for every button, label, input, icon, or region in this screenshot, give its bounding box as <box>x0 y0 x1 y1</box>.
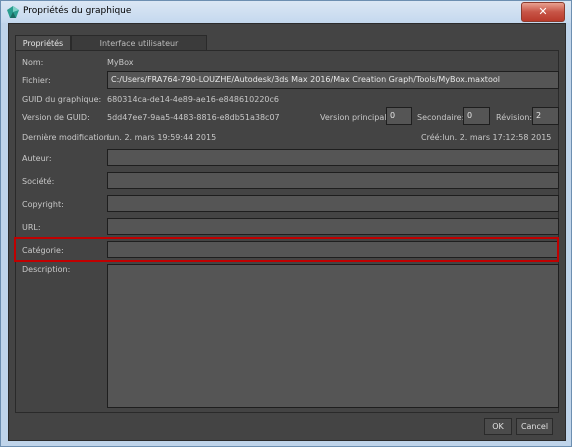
description-textarea[interactable] <box>107 264 559 408</box>
auteur-label: Auteur: <box>22 154 52 163</box>
cree-value: Créé:lun. 2. mars 17:12:58 2015 <box>421 133 552 142</box>
dialog-client: Propriétés Interface utilisateur personn… <box>8 23 566 441</box>
fichier-field[interactable]: C:/Users/FRA764-790-LOUZHE/Autodesk/3ds … <box>107 71 559 89</box>
secondaire-label: Secondaire: <box>417 113 465 122</box>
categorie-highlight-box <box>14 237 559 262</box>
revision-field[interactable]: 2 <box>532 107 559 125</box>
revision-label: Révision: <box>496 113 533 122</box>
guid-value: 680314ca-de14-4e89-ae16-e848610220c6 <box>107 95 279 104</box>
copyright-field[interactable] <box>107 195 559 212</box>
version-principale-field[interactable]: 0 <box>386 107 412 125</box>
secondaire-field[interactable]: 0 <box>463 107 490 125</box>
fichier-label: Fichier: <box>22 76 51 85</box>
ok-button[interactable]: OK <box>484 418 512 435</box>
tab-interface-utilisateur[interactable]: Interface utilisateur personnalisée <box>71 35 207 63</box>
societe-label: Société: <box>22 177 55 186</box>
description-label: Description: <box>22 265 71 274</box>
url-field[interactable] <box>107 218 559 235</box>
auteur-field[interactable] <box>107 149 559 166</box>
close-button[interactable]: ✕ <box>521 2 565 22</box>
guid-label: GUID du graphique: <box>22 95 102 104</box>
properties-panel: Nom: MyBox Fichier: C:/Users/FRA764-790-… <box>15 50 559 413</box>
version-guid-value: 5dd47ee7-9aa5-4483-8816-e8db51a38c07 <box>107 113 280 122</box>
version-guid-label: Version de GUID: <box>22 113 90 122</box>
dialog-window: Propriétés du graphique ✕ Propriétés Int… <box>0 0 572 447</box>
nom-value: MyBox <box>107 58 134 67</box>
cancel-button[interactable]: Cancel <box>516 418 553 435</box>
societe-field[interactable] <box>107 172 559 189</box>
window-title: Propriétés du graphique <box>23 6 132 16</box>
copyright-label: Copyright: <box>22 200 64 209</box>
derniere-modification-label: Dernière modification: <box>22 133 112 142</box>
version-principale-label: Version principale: <box>320 113 395 122</box>
title-bar[interactable]: Propriétés du graphique ✕ <box>1 1 571 23</box>
url-label: URL: <box>22 223 41 232</box>
derniere-modification-value: lun. 2. mars 19:59:44 2015 <box>107 133 217 142</box>
nom-label: Nom: <box>22 58 44 67</box>
app-icon <box>7 6 19 18</box>
